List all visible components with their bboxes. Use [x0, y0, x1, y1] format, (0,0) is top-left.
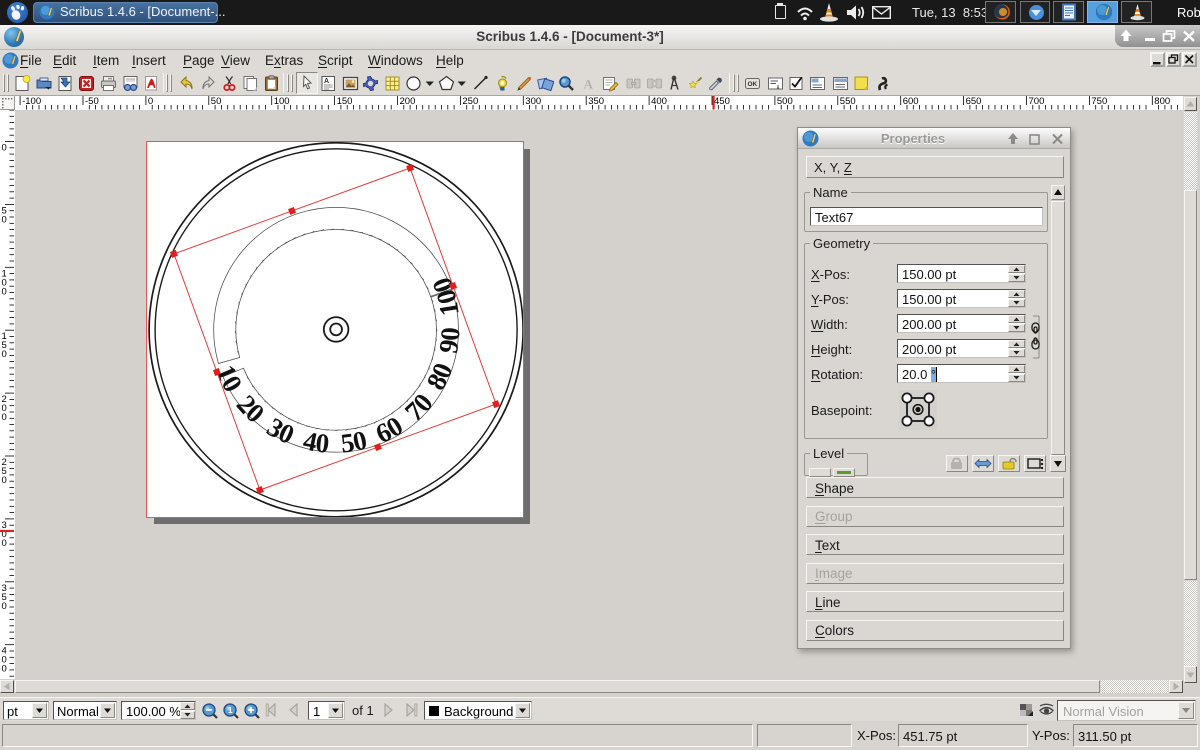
svg-text:0: 0	[2, 349, 7, 360]
svg-text:450: 450	[714, 96, 730, 107]
svg-text:0: 0	[148, 96, 153, 107]
svg-text:750: 750	[1091, 96, 1107, 107]
svg-text:0: 0	[314, 427, 330, 458]
svg-text:OK: OK	[748, 81, 758, 88]
svg-text:A: A	[324, 78, 329, 85]
svg-text:400: 400	[651, 96, 667, 107]
svg-text:500: 500	[777, 96, 793, 107]
svg-text:0: 0	[2, 412, 7, 423]
svg-text:0: 0	[2, 286, 7, 297]
svg-text:0: 0	[2, 601, 7, 612]
svg-text:300: 300	[525, 96, 541, 107]
svg-text:0: 0	[2, 214, 7, 225]
svg-text:800: 800	[1154, 96, 1170, 107]
svg-text:0: 0	[2, 664, 7, 675]
svg-text:0: 0	[2, 475, 7, 486]
svg-text:250: 250	[462, 96, 478, 107]
svg-text:150: 150	[337, 96, 353, 107]
svg-text:200: 200	[400, 96, 416, 107]
svg-text:50: 50	[211, 96, 222, 107]
svg-text:550: 550	[840, 96, 856, 107]
svg-text:100: 100	[274, 96, 290, 107]
svg-text:600: 600	[903, 96, 919, 107]
svg-text:700: 700	[1029, 96, 1045, 107]
svg-text:-100: -100	[22, 96, 41, 107]
svg-text:0: 0	[2, 538, 7, 549]
svg-text:1: 1	[228, 706, 233, 715]
svg-text:0: 0	[2, 143, 7, 154]
svg-text:-50: -50	[85, 96, 99, 107]
svg-text:350: 350	[588, 96, 604, 107]
svg-text:0: 0	[434, 326, 465, 341]
svg-text:A: A	[584, 77, 594, 92]
svg-text:650: 650	[966, 96, 982, 107]
